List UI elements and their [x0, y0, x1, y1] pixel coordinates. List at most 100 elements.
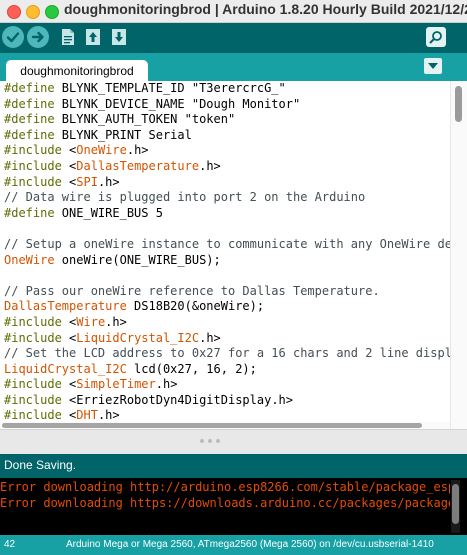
code-token: BLYNK_DEVICE_NAME "Dough Monitor"	[61, 96, 301, 111]
code-line[interactable]	[4, 221, 450, 237]
new-icon	[62, 29, 74, 45]
code-token: // Set the LCD address to 0x27 for a 16 …	[4, 346, 450, 361]
save-sketch-button[interactable]	[108, 26, 130, 48]
code-line[interactable]: #include <LiquidCrystal_I2C.h>	[4, 331, 450, 347]
code-token: DallasTemperature	[76, 158, 200, 173]
code-line[interactable]: LiquidCrystal_I2C lcd(0x27, 16, 2);	[4, 362, 450, 378]
serial-monitor-button[interactable]	[426, 27, 446, 47]
window-title: doughmonitoringbrod | Arduino 1.8.20 Hou…	[64, 1, 467, 17]
code-token: // Data wire is plugged into port 2 on t…	[4, 190, 366, 205]
code-line[interactable]: #include <Wire.h>	[4, 315, 450, 331]
code-token: #define	[4, 112, 62, 127]
console-line: Error downloading https://downloads.ardu…	[0, 495, 450, 510]
toolbar	[0, 23, 467, 53]
code-token: Wire	[76, 314, 106, 329]
code-token: #include	[4, 143, 70, 158]
save-icon	[112, 29, 126, 45]
code-token: BLYNK_TEMPLATE_ID "T3erercrcG_"	[61, 81, 286, 95]
code-line[interactable]: // Data wire is plugged into port 2 on t…	[4, 190, 450, 206]
code-token: .h>	[155, 377, 178, 392]
upload-button[interactable]	[27, 26, 49, 48]
code-token: lcd(0x27, 16, 2);	[126, 361, 257, 376]
scrollbar-thumb[interactable]	[452, 484, 459, 524]
code-token: .h>	[126, 143, 149, 158]
minimize-window-button[interactable]	[26, 5, 40, 19]
scrollbar-thumb[interactable]	[2, 423, 422, 428]
code-token: oneWire(ONE_WIRE_BUS);	[54, 252, 221, 267]
code-line[interactable]: // Setup a oneWire instance to communica…	[4, 237, 450, 253]
code-token: .h>	[199, 330, 221, 345]
triangle-down-icon	[428, 63, 438, 69]
code-token: SimpleTimer	[76, 377, 156, 392]
open-sketch-button[interactable]	[82, 26, 104, 48]
code-line[interactable]: OneWire oneWire(ONE_WIRE_BUS);	[4, 253, 450, 269]
verify-icon	[6, 32, 20, 43]
code-area[interactable]: #define BLYNK_TEMPLATE_ID "T3erercrcG_" #…	[4, 81, 450, 429]
code-token: #include	[4, 330, 70, 345]
code-token: DS18B20(&oneWire);	[126, 299, 265, 314]
magnifier-icon	[429, 31, 442, 44]
footer-bar: 42 Arduino Mega or Mega 2560, ATmega2560…	[0, 535, 467, 555]
code-line[interactable]: // Set the LCD address to 0x27 for a 16 …	[4, 346, 450, 362]
console-output[interactable]: Error downloading http://arduino.esp8266…	[0, 478, 467, 535]
code-token: LiquidCrystal_I2C	[4, 361, 127, 376]
code-line[interactable]: #define BLYNK_PRINT Serial	[4, 128, 450, 144]
pane-divider[interactable]	[0, 429, 467, 455]
upload-icon	[31, 31, 44, 43]
code-token: #include	[4, 408, 70, 423]
code-token: #include	[4, 392, 70, 407]
code-token: // Setup a oneWire instance to communica…	[4, 236, 450, 251]
board-info: Arduino Mega or Mega 2560, ATmega2560 (M…	[66, 539, 434, 550]
code-token: #define	[4, 96, 62, 111]
tab-menu-button[interactable]	[424, 58, 442, 74]
divider-grip[interactable]	[200, 439, 250, 445]
code-line[interactable]: #include <OneWire.h>	[4, 143, 450, 159]
code-line[interactable]: #define BLYNK_DEVICE_NAME "Dough Monitor…	[4, 97, 450, 113]
code-line[interactable]: #define BLYNK_TEMPLATE_ID "T3erercrcG_"	[4, 81, 450, 97]
code-token: .h>	[97, 174, 120, 189]
code-token: BLYNK_AUTH_TOKEN "token"	[61, 112, 236, 127]
line-number: 42	[4, 539, 16, 550]
code-token: ONE_WIRE_BUS 5	[61, 205, 163, 220]
code-token: DHT	[76, 408, 98, 423]
new-sketch-button[interactable]	[57, 26, 79, 48]
status-message: Done Saving.	[4, 458, 77, 472]
code-token: .h>	[105, 314, 127, 329]
code-line[interactable]: #include <SPI.h>	[4, 175, 450, 191]
maximize-window-button[interactable]	[45, 5, 59, 19]
tab-doughmonitoringbrod[interactable]: doughmonitoringbrod	[6, 60, 148, 81]
code-token: OneWire	[4, 252, 55, 267]
code-token: .h>	[97, 408, 120, 423]
verify-button[interactable]	[2, 26, 24, 48]
code-line[interactable]: #define BLYNK_AUTH_TOKEN "token"	[4, 112, 450, 128]
code-line[interactable]: // Pass our oneWire reference to Dallas …	[4, 284, 450, 300]
code-token: #include	[4, 377, 70, 392]
code-token: #define	[4, 81, 62, 95]
console-line: Error downloading http://arduino.esp8266…	[0, 480, 450, 494]
console-scrollbar[interactable]	[451, 480, 460, 533]
code-line[interactable]	[4, 268, 450, 284]
code-line[interactable]: #define ONE_WIRE_BUS 5	[4, 206, 450, 222]
close-window-button[interactable]	[7, 5, 21, 19]
code-line[interactable]: #include <DallasTemperature.h>	[4, 159, 450, 175]
code-token: SPI	[76, 174, 98, 189]
code-token: LiquidCrystal_I2C	[76, 330, 200, 345]
title-bar: doughmonitoringbrod | Arduino 1.8.20 Hou…	[0, 0, 467, 23]
code-line[interactable]: #include <ErriezRobotDyn4DigitDisplay.h>	[4, 393, 450, 409]
code-token: DallasTemperature	[4, 299, 127, 314]
scrollbar-thumb[interactable]	[455, 86, 462, 122]
code-line[interactable]: DallasTemperature DS18B20(&oneWire);	[4, 299, 450, 315]
code-token: .h>	[199, 158, 221, 173]
code-line[interactable]: #include <SimpleTimer.h>	[4, 377, 450, 393]
editor-vertical-scrollbar[interactable]	[450, 81, 467, 429]
open-icon	[86, 29, 100, 45]
code-token: <ErriezRobotDyn4DigitDisplay.h>	[69, 392, 293, 407]
code-token: BLYNK_PRINT Serial	[61, 127, 192, 142]
code-token: #include	[4, 174, 70, 189]
code-token: #include	[4, 158, 70, 173]
editor-horizontal-scrollbar[interactable]	[0, 422, 450, 429]
code-token: #define	[4, 205, 62, 220]
status-bar: Done Saving.	[0, 454, 467, 478]
code-token: // Pass our oneWire reference to Dallas …	[4, 283, 380, 298]
code-editor[interactable]: #define BLYNK_TEMPLATE_ID "T3erercrcG_" #…	[0, 81, 467, 429]
